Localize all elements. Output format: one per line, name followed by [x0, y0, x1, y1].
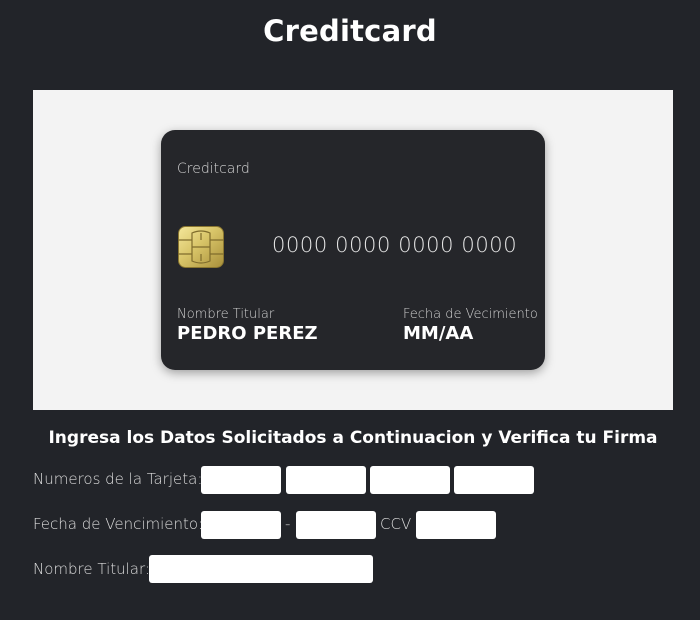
page-title: Creditcard [263, 14, 437, 48]
card-number-input-3[interactable] [370, 466, 450, 494]
expiry-label: Fecha de Vencimiento: [33, 515, 204, 533]
holder-name-input[interactable] [149, 555, 373, 583]
form-instructions: Ingresa los Datos Solicitados a Continua… [48, 428, 658, 448]
card-number-label: Numeros de la Tarjeta: [33, 470, 203, 488]
card-expiry-value: MM/AA [403, 323, 474, 344]
card-number-display: 0000 0000 0000 0000 [272, 233, 518, 257]
card-expiry-label: Fecha de Vecimiento [403, 307, 538, 322]
card-chip-icon [178, 226, 224, 268]
holder-name-label: Nombre Titular: [33, 560, 150, 578]
credit-card-preview: Creditcard 0000 0000 0000 0000 Nombre Ti… [161, 130, 545, 370]
card-holder-name: PEDRO PEREZ [177, 323, 318, 344]
expiry-month-input[interactable] [201, 511, 281, 539]
card-brand: Creditcard [177, 161, 250, 177]
ccv-label: CCV [380, 515, 412, 533]
card-holder-label: Nombre Titular [177, 307, 275, 322]
expiry-year-input[interactable] [296, 511, 376, 539]
card-number-input-1[interactable] [201, 466, 281, 494]
card-number-input-4[interactable] [454, 466, 534, 494]
card-preview-panel: Creditcard 0000 0000 0000 0000 Nombre Ti… [33, 90, 673, 410]
ccv-input[interactable] [416, 511, 496, 539]
expiry-separator: - [285, 515, 291, 533]
card-number-input-2[interactable] [286, 466, 366, 494]
